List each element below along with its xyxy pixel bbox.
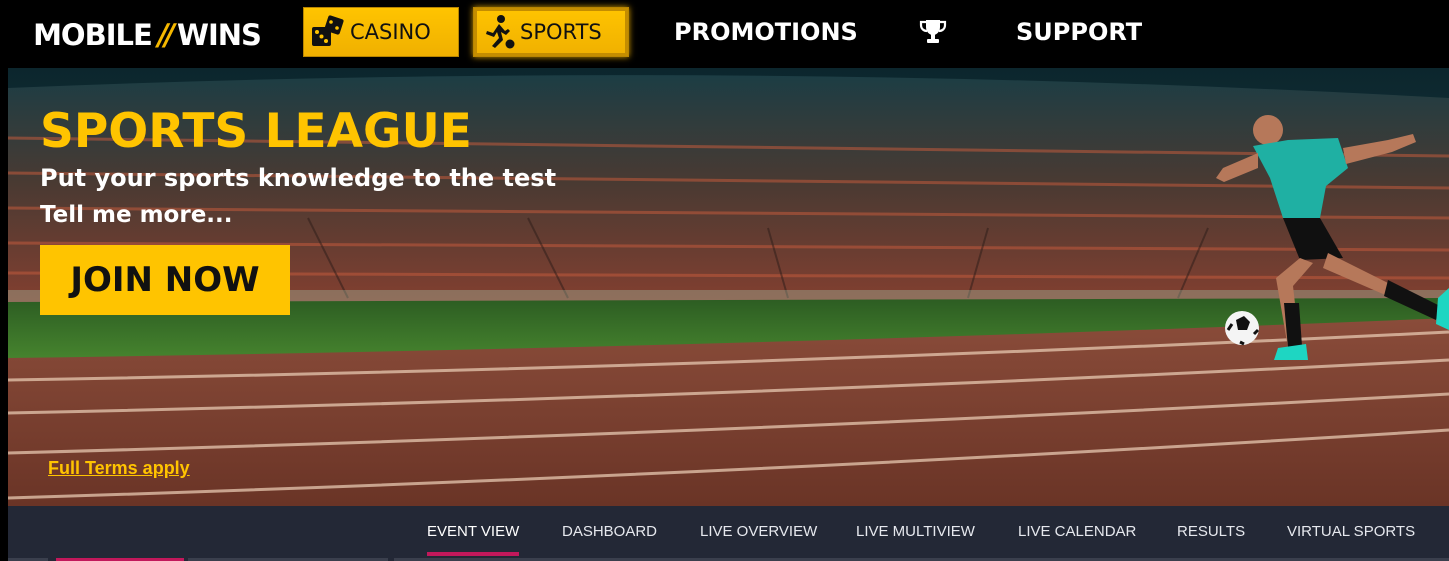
- logo-slash: //: [157, 18, 175, 52]
- dice-icon: [308, 12, 348, 52]
- tab-virtual-sports[interactable]: VIRTUAL SPORTS: [1287, 516, 1415, 546]
- nav-sports-button[interactable]: SPORTS: [473, 7, 629, 57]
- hero-banner: SPORTS LEAGUE Put your sports knowledge …: [8, 68, 1449, 506]
- hero-title: SPORTS LEAGUE: [40, 104, 472, 159]
- top-navigation: MOBILE//WINS CASINO SPORTS PROMOTIONS SU…: [0, 0, 1449, 68]
- nav-casino-label: CASINO: [350, 20, 431, 44]
- trophy-icon[interactable]: [914, 12, 952, 52]
- full-terms-link[interactable]: Full Terms apply: [48, 458, 190, 479]
- football-player-icon: [478, 12, 518, 52]
- tell-me-more-link[interactable]: Tell me more...: [40, 202, 233, 228]
- tab-live-multiview[interactable]: LIVE MULTIVIEW: [856, 516, 975, 546]
- tab-event-view[interactable]: EVENT VIEW: [427, 516, 520, 556]
- nav-promotions-link[interactable]: PROMOTIONS: [674, 12, 858, 52]
- tab-dashboard[interactable]: DASHBOARD: [562, 516, 657, 546]
- nav-casino-button[interactable]: CASINO: [303, 7, 459, 57]
- logo-text-left: MOBILE: [33, 18, 153, 52]
- tab-live-overview[interactable]: LIVE OVERVIEW: [700, 516, 817, 546]
- nav-sports-label: SPORTS: [520, 20, 602, 44]
- soccer-ball-image: [1225, 311, 1260, 346]
- sports-sub-navigation: EVENT VIEW DASHBOARD LIVE OVERVIEW LIVE …: [8, 506, 1449, 561]
- brand-logo[interactable]: MOBILE//WINS: [16, 4, 278, 66]
- logo-text-right: WINS: [176, 18, 262, 52]
- nav-support-link[interactable]: SUPPORT: [1016, 12, 1142, 52]
- tab-live-calendar[interactable]: LIVE CALENDAR: [1018, 516, 1136, 546]
- tab-results[interactable]: RESULTS: [1177, 516, 1245, 546]
- join-now-button[interactable]: JOIN NOW: [40, 245, 290, 315]
- hero-subtitle: Put your sports knowledge to the test: [40, 164, 557, 192]
